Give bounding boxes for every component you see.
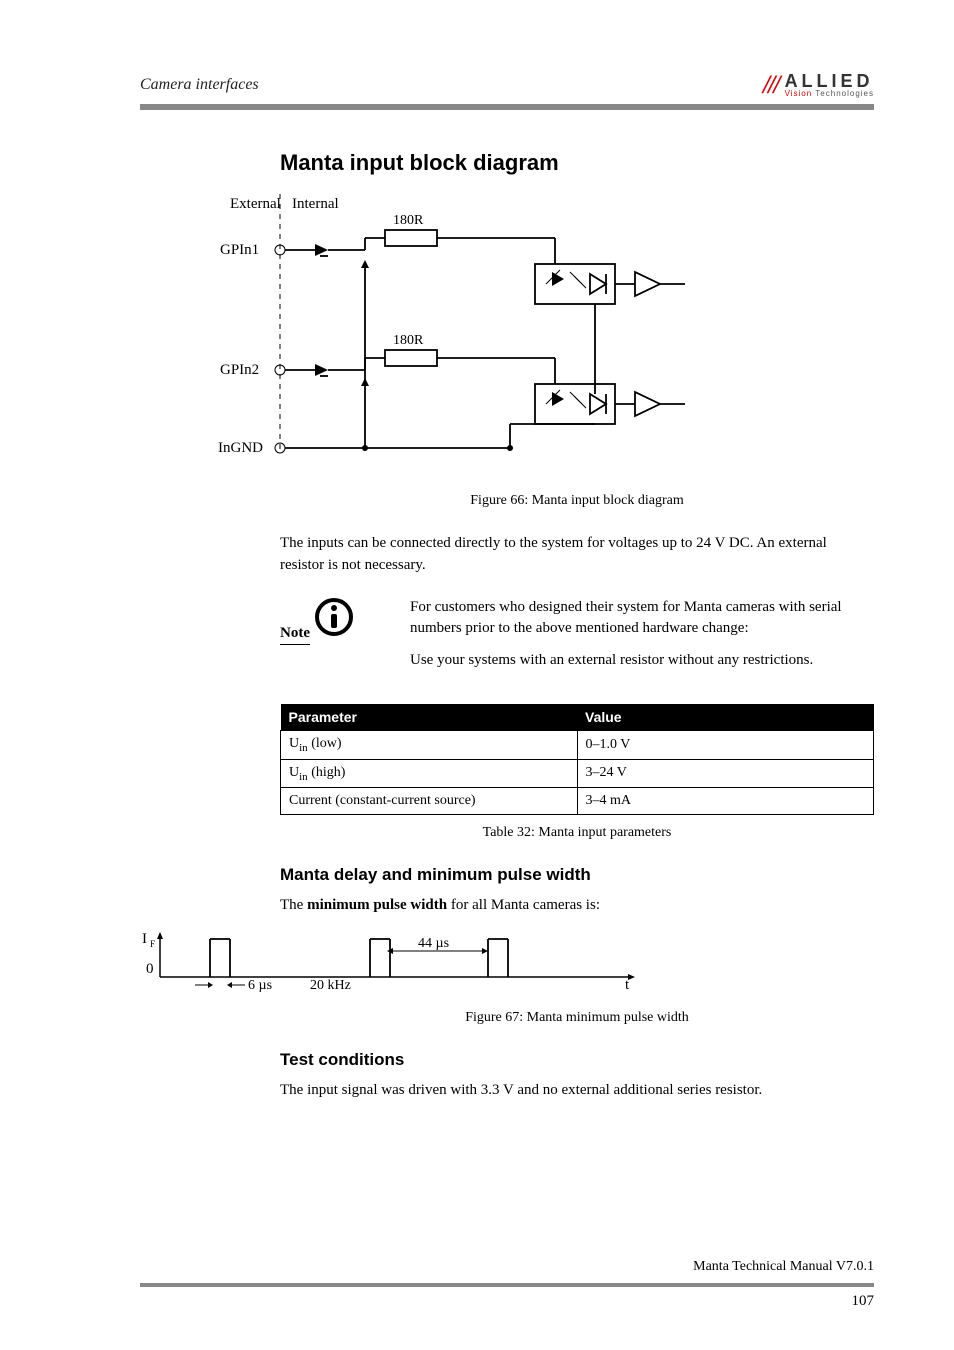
resistor2-label: 180R [393,333,424,348]
breadcrumb: Camera interfaces [140,76,259,94]
table-header-value: Value [577,704,874,731]
gpin1-label: GPIn1 [220,242,259,258]
manual-version: Manta Technical Manual V7.0.1 [140,1259,874,1275]
svg-text:20 kHz: 20 kHz [310,978,351,993]
table-row: Current (constant-current source) 3–4 mA [281,788,874,815]
pulse-width-figure: I F 0 6 µs 20 kHz [140,927,874,1002]
block-diagram-figure: External Internal GPIn1 180R [140,194,874,479]
logo-sub-text: Vision Technologies [785,90,874,98]
test-conditions-heading: Test conditions [280,1050,874,1070]
note-paragraph-2: Use your systems with an external resist… [410,650,874,672]
figure-66-caption: Figure 66: Manta input block diagram [280,493,874,509]
external-label: External [230,196,281,212]
svg-text:I: I [142,931,147,947]
info-icon [314,597,354,637]
table-header-parameter: Parameter [281,704,578,731]
page-header: Camera interfaces /// ALLIED Vision Tech… [140,70,874,100]
figure-67-caption: Figure 67: Manta minimum pulse width [280,1010,874,1026]
section-heading: Manta input block diagram [280,150,874,176]
delay-heading: Manta delay and minimum pulse width [280,865,874,885]
ingnd-label: InGND [218,440,263,456]
note-label: Note [280,625,310,645]
svg-text:44 µs: 44 µs [418,936,449,951]
allied-logo: /// ALLIED Vision Technologies [763,70,874,100]
svg-text:F: F [150,939,155,949]
gpin2-label: GPIn2 [220,362,259,378]
internal-label: Internal [292,196,339,212]
resistor1-label: 180R [393,213,424,228]
page-number: 107 [140,1293,874,1310]
note-block: Note For customers who designed their sy… [280,597,874,682]
logo-main-text: ALLIED [785,72,874,90]
test-conditions-paragraph: The input signal was driven with 3.3 V a… [280,1080,874,1102]
table-32-caption: Table 32: Manta input parameters [280,825,874,841]
header-divider [140,104,874,110]
table-row: Uin (low) 0–1.0 V [281,730,874,759]
footer-divider [140,1283,874,1287]
note-paragraph-1: For customers who designed their system … [410,597,874,641]
parameter-table: Parameter Value Uin (low) 0–1.0 V Uin (h… [280,704,874,816]
intro-paragraph: The inputs can be connected directly to … [280,533,874,577]
svg-text:6 µs: 6 µs [248,978,272,993]
logo-slashes-icon: /// [763,70,779,100]
page-footer: Manta Technical Manual V7.0.1 107 [140,1259,874,1310]
table-row: Uin (high) 3–24 V [281,759,874,788]
svg-text:0: 0 [146,961,154,977]
delay-intro: The minimum pulse width for all Manta ca… [280,895,874,917]
